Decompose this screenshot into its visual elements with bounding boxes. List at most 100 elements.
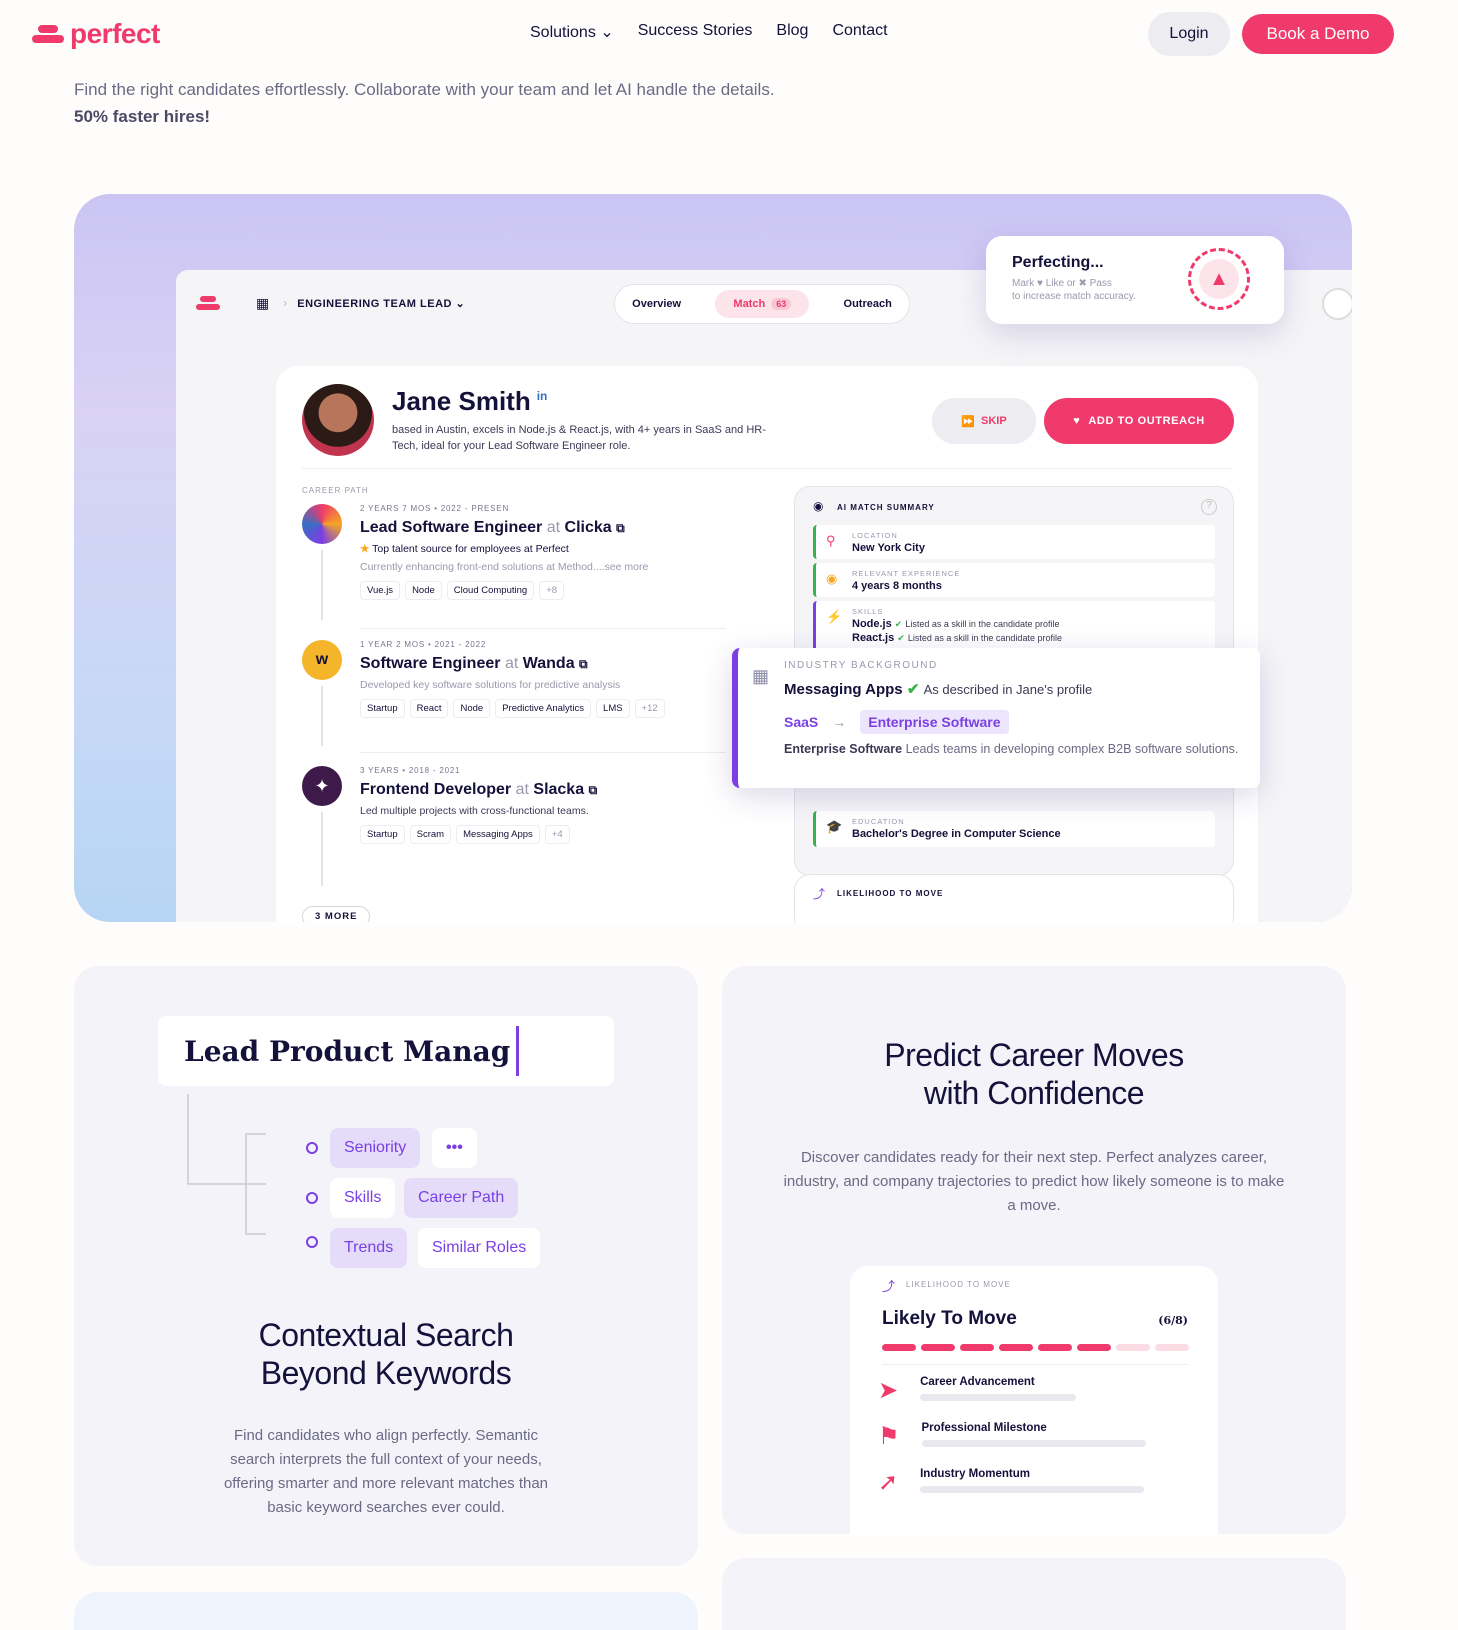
- match-count-badge: 63: [771, 298, 792, 310]
- building-icon: ▦: [752, 666, 770, 686]
- tag-more[interactable]: +12: [634, 699, 665, 718]
- feature-body: Discover candidates ready for their next…: [783, 1149, 1285, 1214]
- summary-education: 🎓 EDUCATION Bachelor's Degree in Compute…: [813, 811, 1215, 847]
- feature-card-partial: [74, 1592, 698, 1630]
- career-item: ✦ 3 YEARS • 2018 - 2021 Frontend Develop…: [302, 766, 732, 886]
- logo-icon: [32, 23, 64, 45]
- perfecting-popup: Perfecting... Mark ♥ Like or ✖ Pass to i…: [986, 236, 1284, 324]
- nav-blog[interactable]: Blog: [776, 22, 808, 42]
- summary-experience: ◉ RELEVANT EXPERIENCE 4 years 8 months: [813, 563, 1215, 597]
- tag: Messaging Apps: [456, 825, 540, 844]
- logo[interactable]: perfect: [32, 18, 160, 50]
- tag: Cloud Computing: [446, 581, 535, 600]
- grid-icon[interactable]: ▦: [256, 295, 269, 312]
- pin-icon: ⚲: [826, 533, 836, 548]
- skip-button[interactable]: ⏩ SKIP: [932, 398, 1036, 444]
- login-button[interactable]: Login: [1148, 12, 1230, 56]
- app-logo-icon: [196, 296, 220, 310]
- show-more-button[interactable]: 3 MORE: [302, 906, 371, 922]
- perfecting-line1: Mark ♥ Like or ✖ Pass: [1012, 278, 1112, 289]
- job-desc: Led multiple projects with cross-functio…: [360, 805, 589, 817]
- main-nav: Solutions ⌄ Success Stories Blog Contact: [530, 22, 888, 42]
- job-title: Frontend Developer at Slacka ⧉: [360, 781, 598, 798]
- chip-more-icon[interactable]: •••: [432, 1128, 477, 1168]
- candidate-card: Jane Smith in based in Austin, excels in …: [276, 366, 1258, 922]
- tag: React: [409, 699, 449, 718]
- tag: Startup: [360, 825, 405, 844]
- job-meta: 3 YEARS • 2018 - 2021: [360, 766, 461, 775]
- summary-title: AI MATCH SUMMARY: [837, 503, 935, 512]
- company-logo-icon: ✦: [302, 766, 342, 806]
- perfecting-title: Perfecting...: [1012, 254, 1104, 271]
- tag: LMS: [596, 699, 630, 718]
- heart-icon: ♥: [1073, 415, 1081, 427]
- intro-highlight: 50% faster hires!: [74, 107, 211, 126]
- career-item: w 1 YEAR 2 MOS • 2021 - 2022 Software En…: [302, 640, 732, 750]
- chip-career-path[interactable]: Career Path: [404, 1178, 519, 1218]
- tag-more[interactable]: +8: [539, 581, 565, 600]
- chip-trends[interactable]: Trends: [330, 1228, 408, 1268]
- company-link-icon[interactable]: ⧉: [579, 657, 588, 671]
- node-dot: [306, 1192, 318, 1204]
- book-demo-button[interactable]: Book a Demo: [1242, 14, 1394, 54]
- job-meta: 1 YEAR 2 MOS • 2021 - 2022: [360, 640, 487, 649]
- job-desc[interactable]: Currently enhancing front-end solutions …: [360, 561, 732, 573]
- company-logo-icon: w: [302, 640, 342, 680]
- tab-match[interactable]: Match 63: [715, 290, 810, 318]
- job-note: ★ Top talent source for employees at Per…: [360, 543, 569, 555]
- perfecting-line2: to increase match accuracy.: [1012, 291, 1136, 302]
- job-title: Software Engineer at Wanda ⧉: [360, 655, 588, 672]
- user-avatar-icon[interactable]: [1322, 288, 1352, 320]
- chip-seniority[interactable]: Seniority: [330, 1128, 421, 1168]
- widget-score: (6/8): [1158, 1314, 1188, 1327]
- likelihood-panel[interactable]: LIKELIHOOD TO MOVE ⤴: [794, 874, 1234, 922]
- tab-outreach[interactable]: Outreach: [844, 298, 892, 310]
- score-segment: [1038, 1344, 1072, 1351]
- company-link-icon[interactable]: ⧉: [589, 783, 598, 797]
- job-tags: Vue.js Node Cloud Computing +8: [360, 581, 732, 600]
- career-item: 2 YEARS 7 MOS • 2022 - PRESEN Lead Softw…: [302, 504, 732, 624]
- linkedin-icon[interactable]: in: [537, 389, 548, 403]
- factor-row: ➤ Career Advancement: [878, 1376, 1077, 1405]
- job-title: Lead Software Engineer at Clicka ⧉: [360, 519, 625, 536]
- add-to-outreach-button[interactable]: ♥ ADD TO OUTREACH: [1044, 398, 1234, 444]
- company-link-icon[interactable]: ⧉: [616, 521, 625, 535]
- arrow-right-icon: →: [832, 714, 847, 730]
- tag: Node: [453, 699, 491, 718]
- tab-overview[interactable]: Overview: [632, 298, 681, 310]
- divider: [302, 468, 1232, 469]
- tag: Vue.js: [360, 581, 401, 600]
- job-meta: 2 YEARS 7 MOS • 2022 - PRESEN: [360, 504, 510, 513]
- help-icon[interactable]: ?: [1201, 499, 1217, 515]
- search-input[interactable]: Lead Product Manag: [158, 1016, 614, 1086]
- feature-body: Find candidates who align perfectly. Sem…: [223, 1427, 549, 1516]
- rocket-icon: ➤: [878, 1377, 899, 1404]
- feature-contextual-search: Lead Product Manag Seniority ••• Skills …: [74, 966, 698, 1566]
- shoe-icon: ⤴: [882, 1279, 896, 1294]
- tag: Predictive Analytics: [495, 699, 592, 718]
- score-segment: [960, 1344, 994, 1351]
- hero-panel: ▦ › ENGINEERING TEAM LEAD ⌄ Overview Mat…: [74, 194, 1352, 922]
- chevron-right-icon: ›: [283, 296, 288, 310]
- candidate-blurb: based in Austin, excels in Node.js & Rea…: [392, 424, 766, 452]
- verified-icon: ✔: [906, 681, 920, 698]
- chevron-down-icon: ⌄: [600, 24, 614, 41]
- fast-forward-icon: ⏩: [961, 415, 975, 428]
- medal-icon: ◉: [826, 571, 838, 586]
- nav-contact[interactable]: Contact: [832, 22, 887, 42]
- chip-similar-roles[interactable]: Similar Roles: [418, 1228, 541, 1268]
- factor-row: ➚ Industry Momentum: [878, 1468, 1145, 1497]
- industry-title: Messaging Apps ✔ As described in Jane's …: [784, 681, 1093, 698]
- shoe-icon: ⤴: [813, 887, 826, 901]
- flame-icon: ▲: [1188, 248, 1250, 310]
- node-dot: [306, 1236, 318, 1248]
- feature-card-partial: [722, 1558, 1346, 1630]
- tag-more[interactable]: +4: [544, 825, 570, 844]
- candidate-name: Jane Smith in: [392, 386, 548, 416]
- nav-solutions[interactable]: Solutions ⌄: [530, 22, 614, 42]
- avatar: [302, 384, 374, 456]
- score-segment: [999, 1344, 1033, 1351]
- breadcrumb[interactable]: ENGINEERING TEAM LEAD ⌄: [297, 297, 465, 310]
- nav-success-stories[interactable]: Success Stories: [638, 22, 753, 42]
- chip-skills[interactable]: Skills: [330, 1178, 396, 1218]
